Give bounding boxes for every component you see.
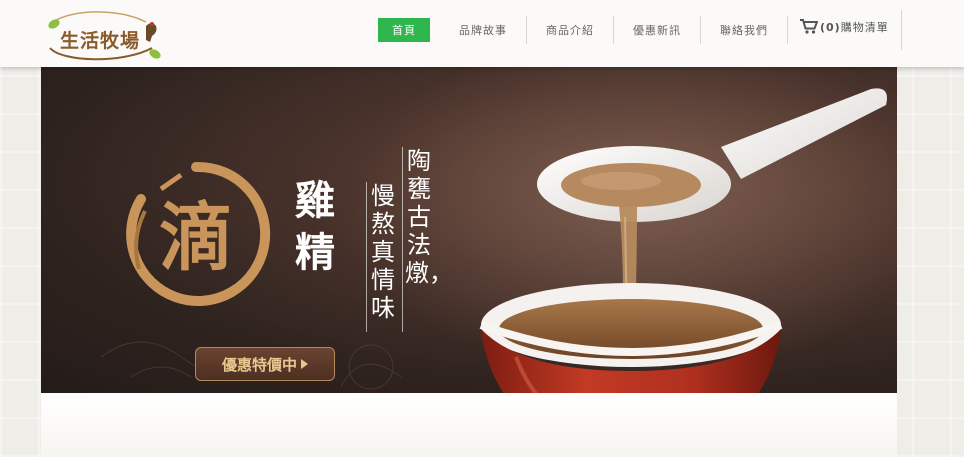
nav-products[interactable]: 商品介紹 xyxy=(527,16,614,44)
promo-button[interactable]: 優惠特價中 xyxy=(195,347,335,381)
nav-promotions[interactable]: 優惠新訊 xyxy=(614,16,701,44)
banner-lower-area xyxy=(41,393,897,457)
cart-label: (0)購物清單 xyxy=(820,19,889,35)
logo-text: 生活牧場 xyxy=(60,30,141,52)
product-title: 雞精 xyxy=(295,177,335,276)
nav-home[interactable]: 首頁 xyxy=(378,18,430,42)
shopping-cart-icon xyxy=(800,18,818,34)
emblem-char: 滴 xyxy=(159,195,233,281)
drip-emblem-icon: 滴 xyxy=(126,161,271,306)
nav-brand-story[interactable]: 品牌故事 xyxy=(440,16,527,44)
promo-button-label: 優惠特價中 xyxy=(221,355,297,374)
cart-text: 購物清單 xyxy=(840,21,889,34)
brand-logo[interactable]: 生活牧場 xyxy=(42,10,167,62)
cart-count: (0) xyxy=(820,21,841,34)
cart-link[interactable]: (0)購物清單 xyxy=(788,10,902,50)
divider-line-left xyxy=(366,182,367,332)
slogan-right: 陶甕古法燉， xyxy=(405,147,453,287)
play-arrow-icon xyxy=(301,359,308,369)
hero-banner[interactable]: 滴 雞精 陶甕古法燉， 慢熬真情味 優惠特價中 xyxy=(41,67,897,393)
main-nav: 首頁 品牌故事 商品介紹 優惠新訊 聯絡我們 (0)購物清單 xyxy=(378,10,902,50)
divider-line-right xyxy=(402,147,403,332)
nav-contact[interactable]: 聯絡我們 xyxy=(701,16,788,44)
slogan-left: 慢熬真情味 xyxy=(371,182,395,322)
site-header: 生活牧場 首頁 品牌故事 商品介紹 優惠新訊 聯絡我們 (0)購物清單 xyxy=(0,0,964,67)
